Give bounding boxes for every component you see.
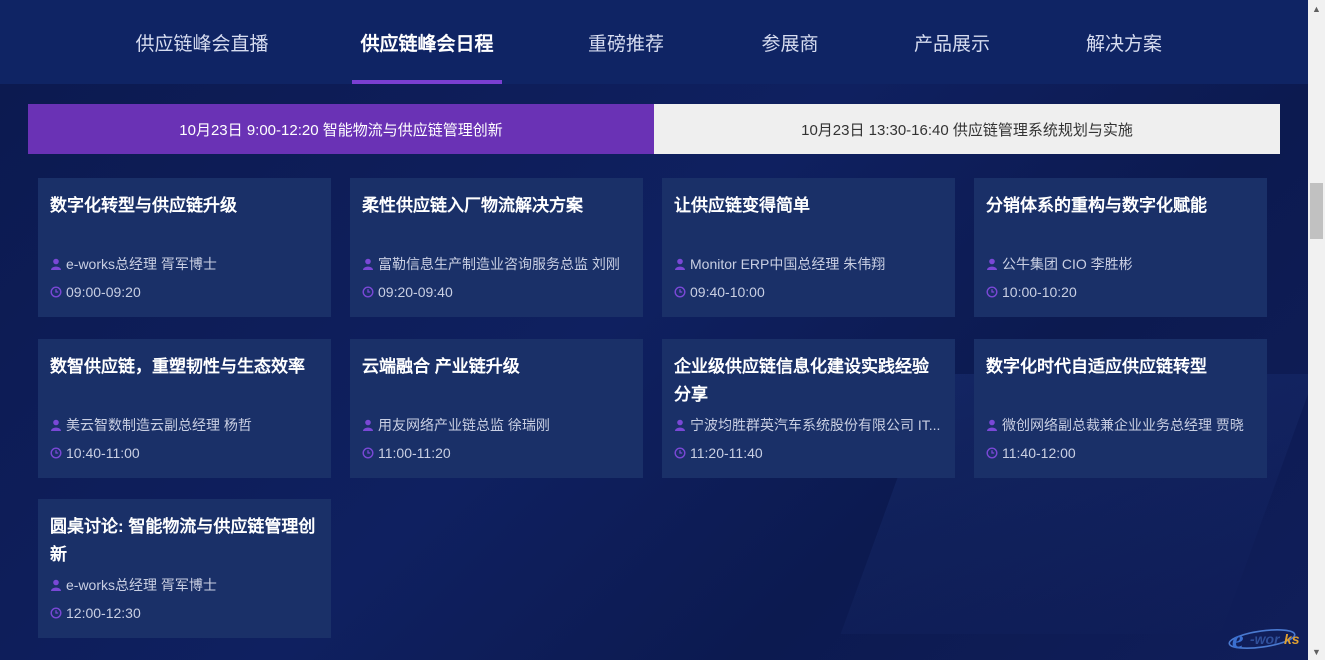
user-icon [987, 258, 997, 270]
talk-speaker: 公牛集团 CIO 李胜彬 [986, 250, 1255, 278]
talk-time: 10:40-11:00 [50, 439, 319, 467]
tab-afternoon-session[interactable]: 10月23日 13:30-16:40 供应链管理系统规划与实施 [654, 104, 1280, 154]
user-icon [675, 258, 685, 270]
talk-card[interactable]: 数字化转型与供应链升级 e-works总经理 胥军博士 09:00-09:20 [38, 178, 331, 317]
user-icon [363, 419, 373, 431]
time-text: 11:00-11:20 [378, 445, 451, 461]
time-text: 10:40-11:00 [66, 445, 140, 461]
time-text: 09:00-09:20 [66, 284, 141, 300]
vertical-scrollbar[interactable]: ▲ ▼ [1308, 0, 1325, 660]
nav-item-live[interactable]: 供应链峰会直播 [128, 0, 276, 84]
clock-icon [50, 447, 62, 459]
clock-icon [674, 286, 686, 298]
time-text: 09:40-10:00 [690, 284, 765, 300]
talk-title: 数字化时代自适应供应链转型 [986, 357, 1207, 376]
speaker-text: Monitor ERP中国总经理 朱伟翔 [690, 256, 886, 272]
talk-title: 让供应链变得简单 [674, 196, 810, 215]
clock-icon [986, 447, 998, 459]
talk-speaker: 美云智数制造云副总经理 杨哲 [50, 411, 319, 439]
clock-icon [50, 286, 62, 298]
clock-icon [362, 286, 374, 298]
talk-card[interactable]: 数智供应链，重塑韧性与生态效率 美云智数制造云副总经理 杨哲 10:40-11:… [38, 339, 331, 478]
talk-time: 11:00-11:20 [362, 439, 631, 467]
talk-title: 云端融合 产业链升级 [362, 357, 520, 376]
scrollbar-thumb[interactable] [1310, 183, 1323, 239]
clock-icon [362, 447, 374, 459]
talk-speaker: 宁波均胜群英汽车系统股份有限公司 IT... [674, 411, 943, 439]
talk-card[interactable]: 圆桌讨论: 智能物流与供应链管理创新 e-works总经理 胥军博士 12:00… [38, 499, 331, 638]
talk-title: 数字化转型与供应链升级 [50, 196, 237, 215]
speaker-text: 美云智数制造云副总经理 杨哲 [66, 417, 252, 433]
talk-speaker: e-works总经理 胥军博士 [50, 571, 319, 599]
time-text: 10:00-10:20 [1002, 284, 1077, 300]
speaker-text: 用友网络产业链总监 徐瑞刚 [378, 417, 550, 433]
speaker-text: 公牛集团 CIO 李胜彬 [1002, 256, 1133, 272]
talk-time: 12:00-12:30 [50, 599, 319, 627]
talk-time: 11:20-11:40 [674, 439, 943, 467]
talk-title: 分销体系的重构与数字化赋能 [986, 196, 1207, 215]
time-text: 11:20-11:40 [690, 445, 763, 461]
clock-icon [50, 607, 62, 619]
talk-title: 企业级供应链信息化建设实践经验分享 [674, 357, 929, 404]
user-icon [675, 419, 685, 431]
talk-time: 09:40-10:00 [674, 278, 943, 306]
nav-item-solutions[interactable]: 解决方案 [1078, 0, 1170, 84]
user-icon [51, 258, 61, 270]
talk-speaker: e-works总经理 胥军博士 [50, 250, 319, 278]
speaker-text: e-works总经理 胥军博士 [66, 577, 217, 593]
tab-morning-session[interactable]: 10月23日 9:00-12:20 智能物流与供应链管理创新 [28, 104, 654, 154]
talk-speaker: 微创网络副总裁兼企业业务总经理 贾晓 [986, 411, 1255, 439]
user-icon [987, 419, 997, 431]
talk-card[interactable]: 数字化时代自适应供应链转型 微创网络副总裁兼企业业务总经理 贾晓 11:40-1… [974, 339, 1267, 478]
talk-speaker: Monitor ERP中国总经理 朱伟翔 [674, 250, 943, 278]
talk-card[interactable]: 让供应链变得简单 Monitor ERP中国总经理 朱伟翔 09:40-10:0… [662, 178, 955, 317]
talk-title: 数智供应链，重塑韧性与生态效率 [50, 357, 305, 376]
talk-time: 11:40-12:00 [986, 439, 1255, 467]
speaker-text: e-works总经理 胥军博士 [66, 256, 217, 272]
svg-text:e: e [1232, 625, 1244, 654]
nav-item-exhibitors[interactable]: 参展商 [752, 0, 828, 84]
talk-speaker: 富勒信息生产制造业咨询服务总监 刘刚 [362, 250, 631, 278]
talk-card[interactable]: 柔性供应链入厂物流解决方案 富勒信息生产制造业咨询服务总监 刘刚 09:20-0… [350, 178, 643, 317]
talk-card[interactable]: 云端融合 产业链升级 用友网络产业链总监 徐瑞刚 11:00-11:20 [350, 339, 643, 478]
talk-title: 柔性供应链入厂物流解决方案 [362, 196, 583, 215]
talk-card[interactable]: 分销体系的重构与数字化赋能 公牛集团 CIO 李胜彬 10:00-10:20 [974, 178, 1267, 317]
talk-speaker: 用友网络产业链总监 徐瑞刚 [362, 411, 631, 439]
clock-icon [986, 286, 998, 298]
nav-item-recommend[interactable]: 重磅推荐 [580, 0, 672, 84]
speaker-text: 富勒信息生产制造业咨询服务总监 刘刚 [378, 256, 620, 272]
talk-card[interactable]: 企业级供应链信息化建设实践经验分享 宁波均胜群英汽车系统股份有限公司 IT...… [662, 339, 955, 478]
speaker-text: 宁波均胜群英汽车系统股份有限公司 IT... [690, 417, 941, 433]
scroll-down-arrow-icon[interactable]: ▼ [1308, 643, 1325, 660]
user-icon [51, 419, 61, 431]
nav-item-schedule[interactable]: 供应链峰会日程 [352, 0, 502, 84]
scroll-up-arrow-icon[interactable]: ▲ [1308, 0, 1325, 17]
speaker-text: 微创网络副总裁兼企业业务总经理 贾晓 [1002, 417, 1244, 433]
time-text: 11:40-12:00 [1002, 445, 1076, 461]
time-text: 09:20-09:40 [378, 284, 453, 300]
nav-item-products[interactable]: 产品展示 [906, 0, 998, 84]
user-icon [363, 258, 373, 270]
talk-time: 09:20-09:40 [362, 278, 631, 306]
clock-icon [674, 447, 686, 459]
top-navigation: 供应链峰会直播 供应链峰会日程 重磅推荐 参展商 产品展示 解决方案 [0, 0, 1308, 84]
talk-time: 09:00-09:20 [50, 278, 319, 306]
talk-title: 圆桌讨论: 智能物流与供应链管理创新 [50, 517, 316, 564]
eworks-logo: e -wor ks [1228, 625, 1300, 654]
svg-text:ks: ks [1284, 631, 1300, 647]
svg-text:-wor: -wor [1250, 631, 1281, 647]
talk-time: 10:00-10:20 [986, 278, 1255, 306]
time-text: 12:00-12:30 [66, 605, 141, 621]
user-icon [51, 579, 61, 591]
